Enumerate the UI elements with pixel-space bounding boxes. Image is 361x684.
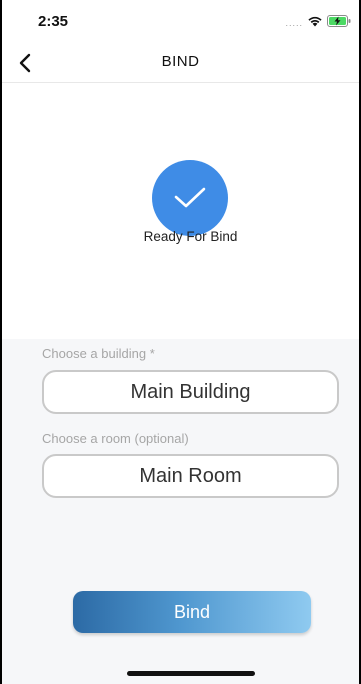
status-icons: ..... xyxy=(285,14,351,32)
navigation-bar: BIND xyxy=(2,44,359,83)
bind-screen: 2:35 ..... BIND Ready For Bind Choose a … xyxy=(2,0,359,684)
home-indicator[interactable] xyxy=(127,671,255,676)
status-bar: 2:35 ..... xyxy=(2,0,359,44)
bind-button[interactable]: Bind xyxy=(73,591,311,633)
ready-status-panel: Ready For Bind xyxy=(2,83,359,339)
ready-status-label: Ready For Bind xyxy=(143,229,238,244)
page-title: BIND xyxy=(161,53,200,70)
bind-form: Choose a building * Main Building Choose… xyxy=(2,339,359,684)
signal-icon: ..... xyxy=(285,18,303,28)
battery-charging-icon xyxy=(327,14,351,32)
room-select[interactable]: Main Room xyxy=(42,454,339,498)
status-time: 2:35 xyxy=(38,13,69,30)
building-select[interactable]: Main Building xyxy=(42,370,339,414)
wifi-icon xyxy=(307,14,323,32)
room-field-label: Choose a room (optional) xyxy=(42,431,189,446)
building-field-label: Choose a building * xyxy=(42,346,155,361)
check-circle-icon xyxy=(152,160,228,236)
